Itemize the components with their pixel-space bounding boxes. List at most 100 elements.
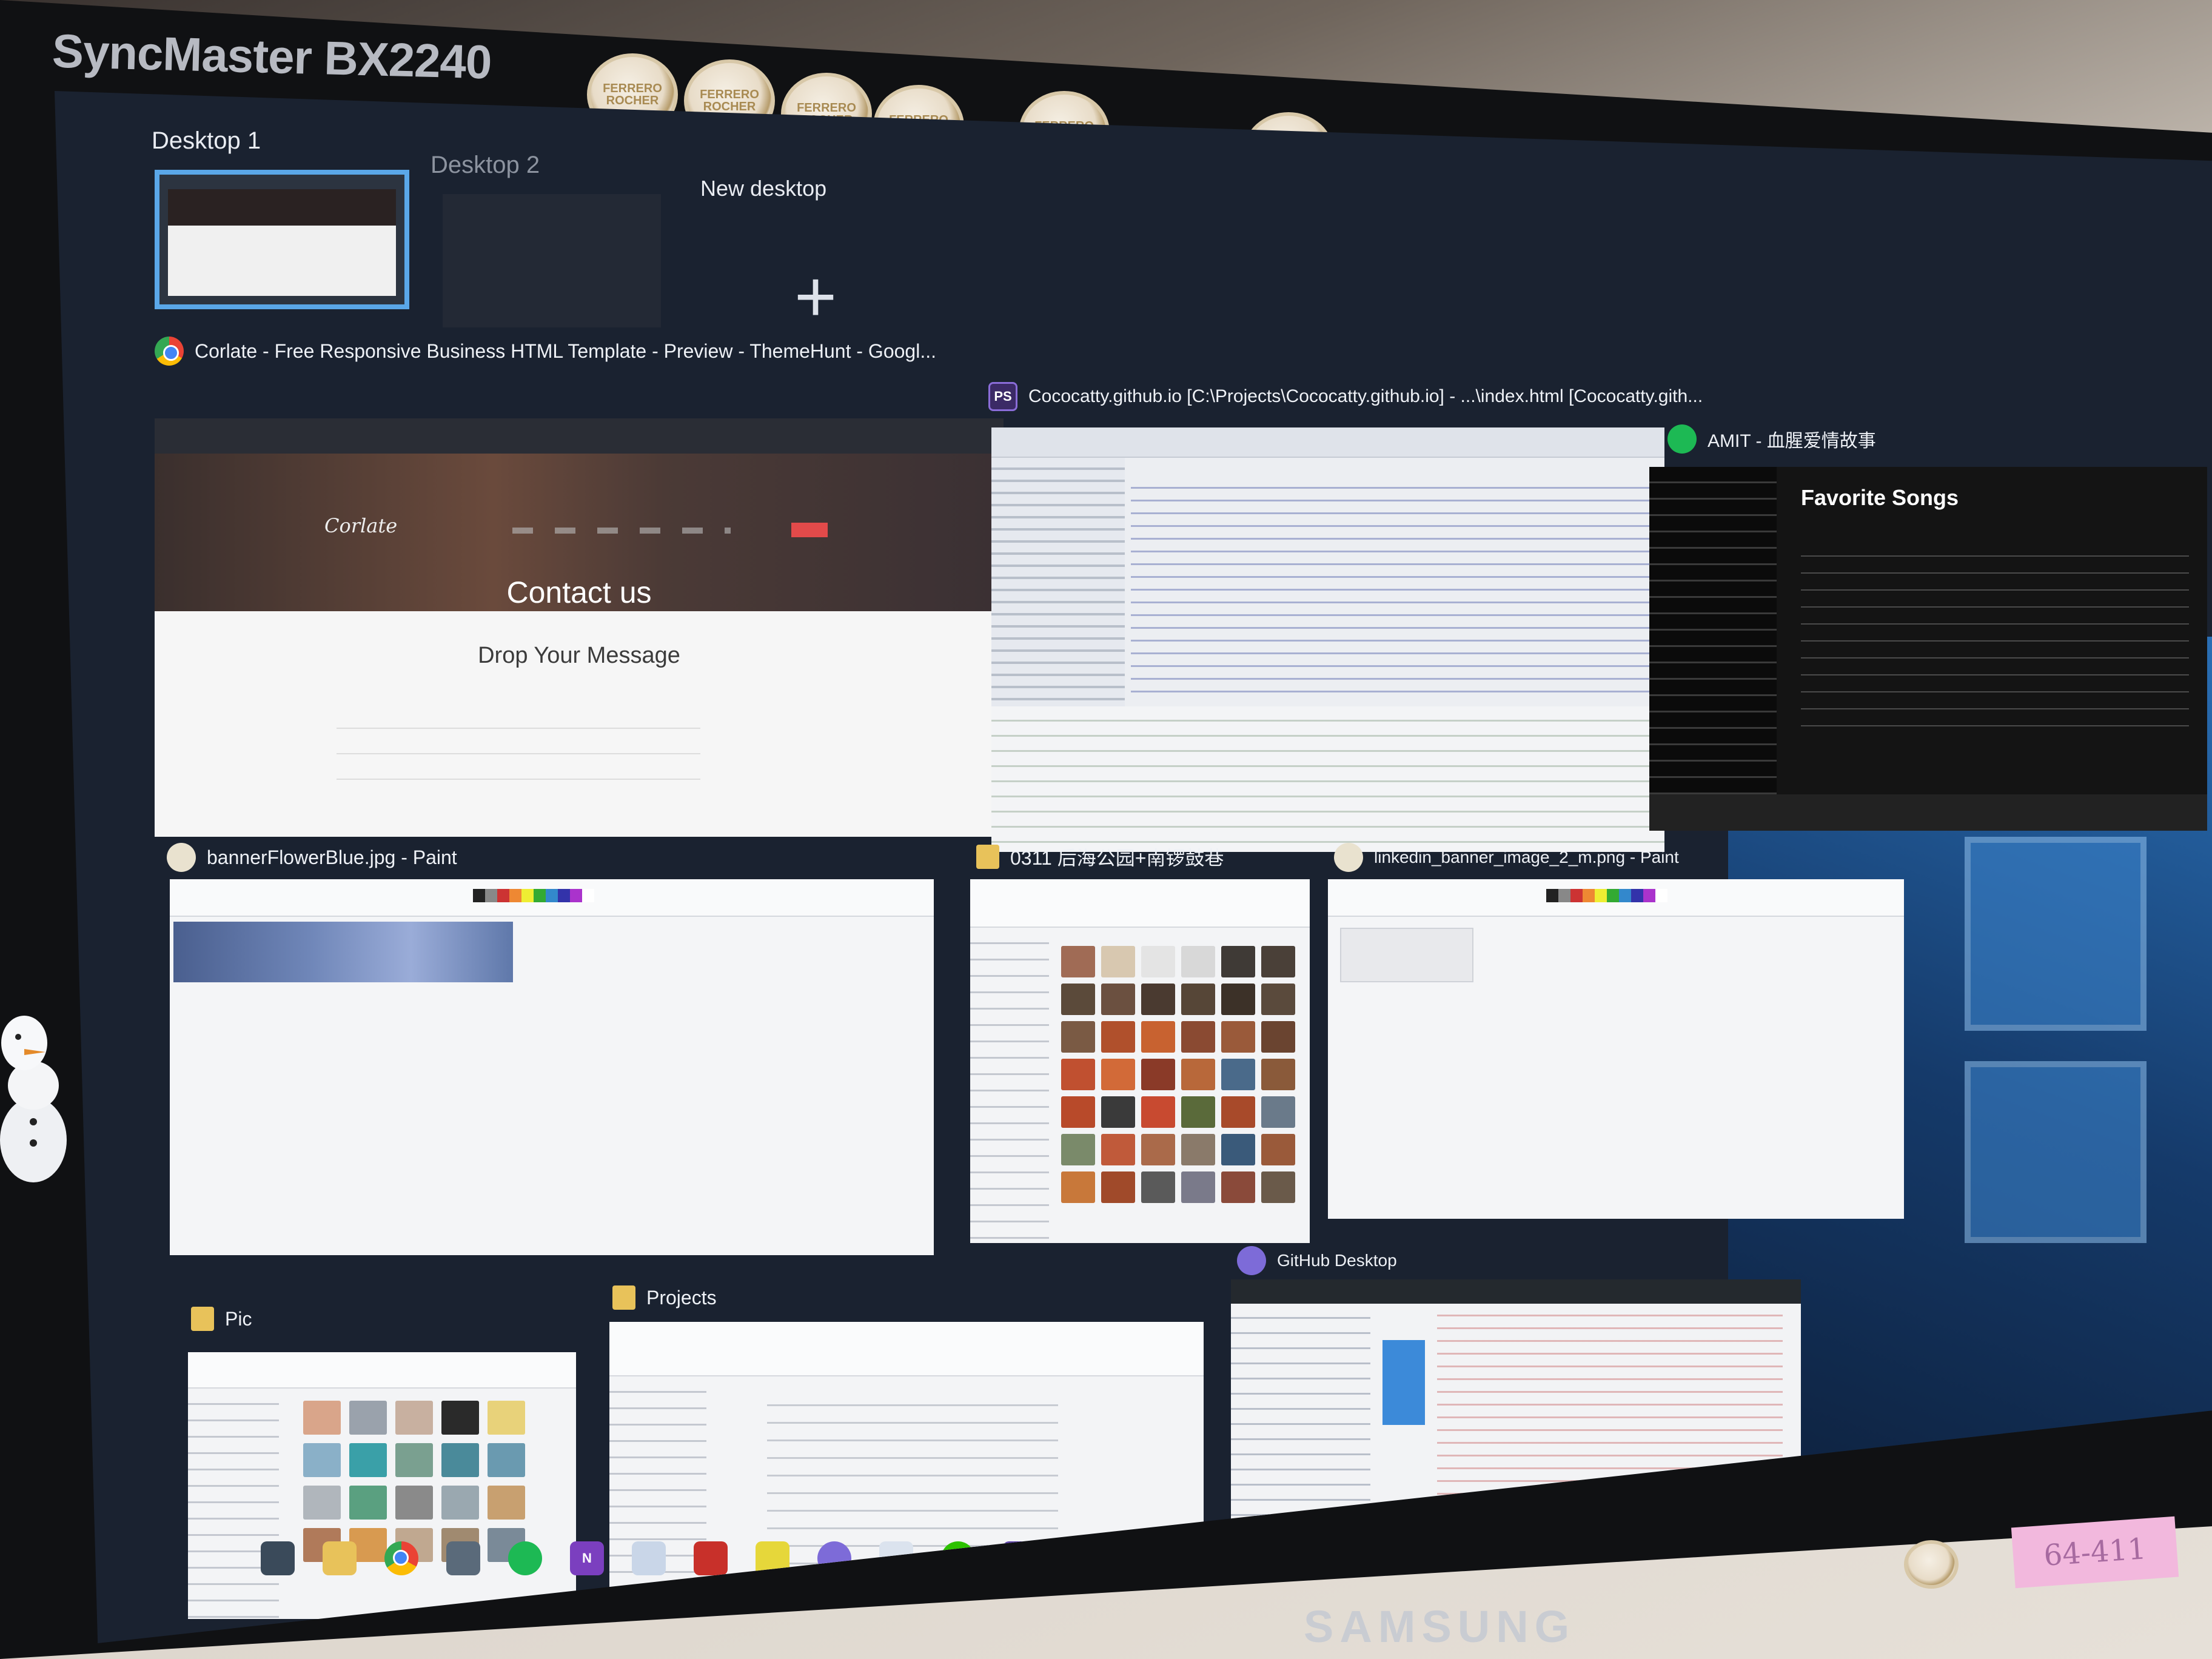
file-explorer-icon[interactable] — [323, 1541, 357, 1575]
photo-thumbnail[interactable] — [1181, 1171, 1215, 1203]
image-thumbnail[interactable] — [488, 1443, 525, 1477]
image-thumbnail[interactable] — [349, 1443, 387, 1477]
spotify-icon[interactable] — [508, 1541, 542, 1575]
photo-thumbnail[interactable] — [1221, 1134, 1255, 1165]
photo-thumbnail[interactable] — [1261, 1021, 1295, 1053]
desktop-1-thumbnail[interactable] — [155, 170, 409, 309]
photo-thumbnail[interactable] — [1221, 946, 1255, 977]
desktop-1-preview-bar — [168, 189, 396, 226]
image-thumbnail[interactable] — [303, 1443, 341, 1477]
github-icon — [1237, 1246, 1266, 1275]
photo-thumbnail[interactable] — [1221, 984, 1255, 1015]
window-thumbnail-explorer-photos[interactable] — [970, 879, 1310, 1243]
image-thumbnail[interactable] — [441, 1443, 479, 1477]
phpstorm-icon: PS — [988, 382, 1017, 411]
photo-thumbnail[interactable] — [1261, 1059, 1295, 1090]
photo-thumbnail[interactable] — [1061, 1134, 1095, 1165]
photo-thumbnail[interactable] — [1181, 1096, 1215, 1128]
photo-thumbnail[interactable] — [1181, 946, 1215, 977]
image-thumbnail[interactable] — [488, 1401, 525, 1435]
image-thumbnail[interactable] — [349, 1401, 387, 1435]
playlist-title: Favorite Songs — [1801, 485, 1959, 510]
photo-thumbnail[interactable] — [1221, 1021, 1255, 1053]
photo-thumbnail[interactable] — [1061, 946, 1095, 977]
window-title-paint-linkedin[interactable]: linkedin_banner_image_2_m.png - Paint — [1334, 843, 1679, 872]
photo-thumbnail[interactable] — [1261, 1171, 1295, 1203]
image-thumbnail[interactable] — [441, 1401, 479, 1435]
image-thumbnail[interactable] — [349, 1486, 387, 1520]
photo-thumbnail[interactable] — [1101, 984, 1135, 1015]
photo-thumbnail[interactable] — [1061, 1059, 1095, 1090]
window-title-github[interactable]: GitHub Desktop — [1237, 1246, 1397, 1275]
onenote-icon[interactable]: N — [570, 1541, 604, 1575]
image-thumbnail[interactable] — [303, 1401, 341, 1435]
teams-icon[interactable] — [694, 1541, 728, 1575]
window-title-explorer-projects[interactable]: Projects — [612, 1285, 717, 1310]
photo-thumbnail[interactable] — [1101, 946, 1135, 977]
photo-thumbnail[interactable] — [1141, 1059, 1175, 1090]
explorer-nav-pane — [970, 928, 1049, 1243]
photo-thumbnail[interactable] — [1061, 984, 1095, 1015]
photo-thumbnail[interactable] — [1261, 984, 1295, 1015]
photo-thumbnail[interactable] — [1061, 1021, 1095, 1053]
photo-thumbnail[interactable] — [1181, 1021, 1215, 1053]
photo-thumbnail[interactable] — [1221, 1096, 1255, 1128]
site-nav — [512, 528, 731, 534]
photo-thumbnail[interactable] — [1141, 1021, 1175, 1053]
mail-icon[interactable] — [446, 1541, 480, 1575]
page-hero: Corlate Contact us — [155, 454, 1004, 611]
photo-thumbnail[interactable] — [1061, 1171, 1095, 1203]
site-logo: Corlate — [324, 514, 398, 537]
image-thumbnail[interactable] — [488, 1486, 525, 1520]
photo-thumbnail[interactable] — [1141, 1171, 1175, 1203]
new-desktop-plus-icon[interactable]: + — [794, 255, 837, 338]
image-thumbnail[interactable] — [395, 1486, 433, 1520]
canvas-image — [1340, 928, 1473, 982]
window-title-chrome[interactable]: Corlate - Free Responsive Business HTML … — [155, 337, 936, 366]
ide-toolbar — [991, 427, 1664, 458]
window-title-phpstorm[interactable]: PS Cococatty.github.io [C:\Projects\Coco… — [988, 382, 1703, 411]
photo-thumbnail[interactable] — [1261, 1134, 1295, 1165]
window-thumbnail-chrome[interactable]: Corlate Contact us Drop Your Message — [155, 418, 1004, 837]
site-nav-button — [791, 523, 828, 537]
window-title-explorer-pic[interactable]: Pic — [191, 1307, 252, 1331]
photo-thumbnail[interactable] — [1141, 1096, 1175, 1128]
window-thumbnail-paint-linkedin[interactable] — [1328, 879, 1904, 1219]
explorer-ribbon — [188, 1352, 576, 1389]
image-thumbnail[interactable] — [303, 1486, 341, 1520]
photo-thumbnail[interactable] — [1101, 1134, 1135, 1165]
task-view-icon[interactable] — [261, 1541, 295, 1575]
photo-thumbnail[interactable] — [1101, 1171, 1135, 1203]
photo-thumbnail[interactable] — [1181, 984, 1215, 1015]
photo-thumbnail[interactable] — [1261, 946, 1295, 977]
window-thumbnail-paint-banner[interactable] — [170, 879, 934, 1255]
photo-thumbnail[interactable] — [1061, 1096, 1095, 1128]
photo-thumbnail[interactable] — [1141, 984, 1175, 1015]
image-thumbnail[interactable] — [395, 1443, 433, 1477]
photo-thumbnail[interactable] — [1261, 1096, 1295, 1128]
window-title-spotify[interactable]: AMIT - 血腥爱情故事 — [1667, 424, 1876, 454]
photo-thumbnail[interactable] — [1221, 1059, 1255, 1090]
photo-thumbnail[interactable] — [1141, 946, 1175, 977]
section-title: Drop Your Message — [478, 643, 680, 668]
photo-thumbnail[interactable] — [1181, 1134, 1215, 1165]
photo-thumbnail[interactable] — [1181, 1059, 1215, 1090]
desktop-2-thumbnail[interactable] — [443, 194, 661, 327]
playlist-tracks — [1801, 540, 2189, 740]
photo-thumbnail[interactable] — [1101, 1096, 1135, 1128]
window-thumbnail-phpstorm[interactable] — [991, 427, 1664, 852]
paint-ribbon — [170, 879, 934, 917]
browser-toolbar — [155, 418, 1004, 454]
photo-thumbnail[interactable] — [1101, 1059, 1135, 1090]
photo-thumbnail[interactable] — [1221, 1171, 1255, 1203]
window-title-explorer-photos[interactable]: 0311 后海公园+南锣鼓巷 — [976, 843, 1224, 871]
explorer-ribbon — [970, 879, 1310, 928]
photo-thumbnail[interactable] — [1101, 1021, 1135, 1053]
image-thumbnail[interactable] — [395, 1401, 433, 1435]
chrome-icon[interactable] — [384, 1541, 418, 1575]
photo-thumbnail[interactable] — [1141, 1134, 1175, 1165]
window-title-paint-banner[interactable]: bannerFlowerBlue.jpg - Paint — [167, 843, 457, 872]
image-thumbnail[interactable] — [441, 1486, 479, 1520]
paint-icon[interactable] — [632, 1541, 666, 1575]
window-thumbnail-spotify[interactable]: Favorite Songs — [1649, 467, 2207, 831]
